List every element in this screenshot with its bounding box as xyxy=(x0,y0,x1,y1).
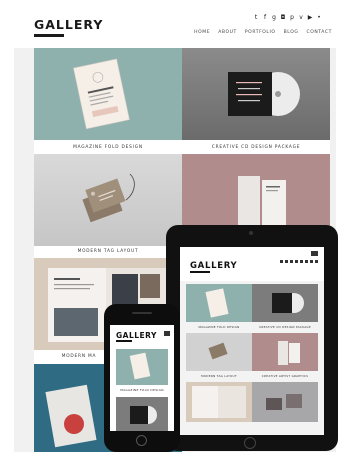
tablet-device: GALLERY MAGAZINE FOLD DESIGN CREATIVE CD… xyxy=(166,225,338,451)
phone-device: GALLERY MAGAZINE FOLD DESIGN xyxy=(104,304,180,452)
youtube-icon[interactable] xyxy=(310,260,313,263)
portfolio-caption[interactable]: MODERN TAG LAYOUT xyxy=(34,249,182,254)
magazine-thumb xyxy=(129,352,151,380)
home-button[interactable] xyxy=(244,437,256,449)
tablet-item-cd[interactable] xyxy=(252,284,318,322)
nav-about[interactable]: ABOUT xyxy=(218,30,237,35)
tablet-logo[interactable]: GALLERY xyxy=(190,261,238,273)
spread-thumb xyxy=(192,386,246,418)
camera-icon xyxy=(249,231,253,235)
social-links: t f g ◘ p v ▶ • xyxy=(253,15,322,21)
pinterest-icon[interactable] xyxy=(300,260,303,263)
phone-item-cd[interactable] xyxy=(116,397,168,431)
magazine-mockup-image xyxy=(73,58,130,130)
tablet-header: GALLERY xyxy=(180,247,324,281)
tablet-caption[interactable]: CREATIVE CD DESIGN PACKAGE xyxy=(252,325,318,329)
site-logo[interactable]: GALLERY xyxy=(34,17,104,37)
vimeo-icon[interactable] xyxy=(305,260,308,263)
boxes-thumb xyxy=(266,394,302,410)
portfolio-caption[interactable]: CREATIVE CD DESIGN PACKAGE xyxy=(182,145,330,150)
site-header: GALLERY t f g ◘ p v ▶ • HOME ABOUT PORTF… xyxy=(14,6,336,48)
flickr-icon[interactable] xyxy=(315,260,318,263)
portfolio-item-magazine-fold[interactable] xyxy=(34,48,182,140)
twitter-icon[interactable] xyxy=(280,260,283,263)
nav-contact[interactable]: CONTACT xyxy=(306,30,332,35)
nav-home[interactable]: HOME xyxy=(194,30,210,35)
instagram-icon[interactable] xyxy=(295,260,298,263)
portfolio-caption[interactable]: MAGAZINE FOLD DESIGN xyxy=(34,145,182,150)
google-plus-icon[interactable]: g xyxy=(271,15,277,21)
logo-text: GALLERY xyxy=(190,261,238,271)
cd-thumb xyxy=(272,293,304,313)
phone-item-magazine[interactable] xyxy=(116,349,168,385)
nav-blog[interactable]: BLOG xyxy=(284,30,299,35)
main-nav: HOME ABOUT PORTFOLIO BLOG CONTACT xyxy=(194,30,332,35)
tag-mockup-image xyxy=(82,173,135,223)
cd-thumb xyxy=(130,406,157,424)
facebook-icon[interactable]: f xyxy=(262,15,268,21)
home-button[interactable] xyxy=(136,435,147,446)
youtube-icon[interactable]: ▶ xyxy=(307,15,313,21)
tablet-caption[interactable]: MODERN TAG LAYOUT xyxy=(186,374,252,378)
tablet-item-magazine[interactable] xyxy=(186,284,252,322)
magazine-thumb xyxy=(205,288,229,318)
pinterest-icon[interactable]: p xyxy=(289,15,295,21)
instagram-icon[interactable]: ◘ xyxy=(280,15,286,21)
phone-caption[interactable]: MAGAZINE FOLD DESIGN xyxy=(116,388,168,392)
phone-screen: GALLERY MAGAZINE FOLD DESIGN xyxy=(110,325,174,431)
twitter-icon[interactable]: t xyxy=(253,15,259,21)
tablet-caption[interactable]: MAGAZINE FOLD DESIGN xyxy=(186,325,252,329)
portfolio-item-cd-package[interactable] xyxy=(182,48,330,140)
tablet-item-artist[interactable] xyxy=(252,333,318,371)
logo-underline xyxy=(190,271,210,273)
tablet-item-tag[interactable] xyxy=(186,333,252,371)
logo-text: GALLERY xyxy=(34,17,104,32)
flickr-icon[interactable]: • xyxy=(316,15,322,21)
logo-underline xyxy=(116,340,132,342)
facebook-icon[interactable] xyxy=(285,260,288,263)
speaker-icon xyxy=(132,312,152,314)
tag-thumb xyxy=(208,342,228,360)
menu-icon[interactable] xyxy=(311,251,318,256)
cd-mockup-image xyxy=(228,72,300,116)
vimeo-icon[interactable]: v xyxy=(298,15,304,21)
tablet-caption[interactable]: CREATIVE ARTIST GRAPHICS xyxy=(252,374,318,378)
nav-portfolio[interactable]: PORTFOLIO xyxy=(245,30,276,35)
logo-text: GALLERY xyxy=(116,331,157,340)
portfolio-item-tag-layout[interactable] xyxy=(34,154,182,246)
tablet-screen: GALLERY MAGAZINE FOLD DESIGN CREATIVE CD… xyxy=(180,247,324,435)
tablet-item-spread[interactable] xyxy=(186,382,252,422)
menu-icon[interactable] xyxy=(164,331,170,336)
phone-logo[interactable]: GALLERY xyxy=(116,331,157,342)
booklet-thumb xyxy=(278,341,300,365)
tablet-social-links xyxy=(280,260,318,263)
tablet-item-boxes[interactable] xyxy=(252,382,318,422)
logo-underline xyxy=(34,34,64,37)
google-plus-icon[interactable] xyxy=(290,260,293,263)
